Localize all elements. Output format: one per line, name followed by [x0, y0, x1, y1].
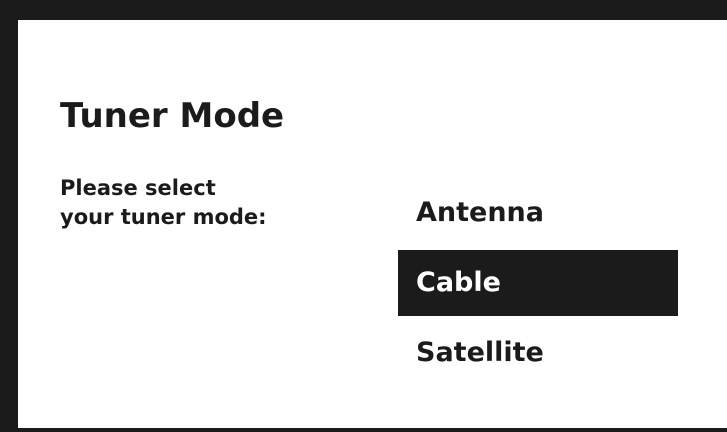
option-antenna[interactable]: Antenna — [398, 180, 678, 246]
prompt-text: Please select your tuner mode: — [60, 174, 320, 232]
option-label: Cable — [416, 267, 501, 298]
option-label: Satellite — [416, 337, 544, 368]
tv-screen: Tuner Mode Please select your tuner mode… — [0, 0, 727, 432]
prompt-line-2: your tuner mode: — [60, 205, 267, 229]
option-satellite[interactable]: Satellite — [398, 320, 678, 386]
page-title: Tuner Mode — [60, 96, 285, 136]
tuner-mode-options: Antenna Cable Satellite — [398, 180, 678, 390]
option-cable[interactable]: Cable — [398, 250, 678, 316]
tuner-mode-panel: Tuner Mode Please select your tuner mode… — [18, 20, 727, 428]
prompt-line-1: Please select — [60, 176, 216, 200]
option-label: Antenna — [416, 197, 544, 228]
